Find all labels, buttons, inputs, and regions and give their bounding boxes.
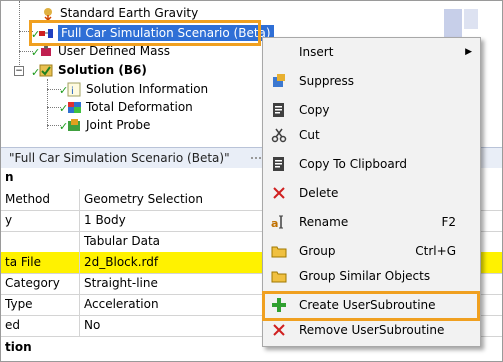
menu-item-label: Remove UserSubroutine [299, 323, 445, 337]
menu-item-label: Copy [299, 103, 330, 117]
rename-icon: a [271, 214, 287, 230]
menu-item-label: Copy To Clipboard [299, 157, 408, 171]
mechanical-window: Standard Earth Gravity ✓ Full Car Simula… [0, 0, 503, 362]
context-menu: Insert ▶ Suppress Copy Cut Copy To Clipb… [262, 37, 481, 347]
delete-icon [271, 322, 287, 338]
delete-icon [271, 185, 287, 201]
svg-text:i: i [71, 86, 74, 97]
collapse-icon[interactable]: − [14, 66, 24, 76]
deformation-icon [67, 100, 82, 115]
details-row-value[interactable]: No [79, 315, 284, 336]
menu-item-shortcut: F2 [441, 215, 456, 229]
clipboard-icon [271, 156, 287, 172]
menu-item-group-similar-objects[interactable]: Group Similar Objects [263, 265, 480, 287]
menu-item-suppress[interactable]: Suppress [263, 70, 480, 92]
details-row-label: Method [5, 192, 51, 206]
menu-item-label: Group Similar Objects [299, 269, 431, 283]
cut-icon [271, 127, 287, 143]
tree-item-label: User Defined Mass [58, 44, 170, 58]
menu-item-group[interactable]: Group Ctrl+G [263, 240, 480, 262]
gravity-icon [41, 6, 56, 21]
tree-item-total-deformation[interactable]: ✓ Total Deformation [57, 98, 193, 116]
submenu-arrow-icon: ▶ [465, 47, 472, 57]
tree-item-label: Joint Probe [86, 118, 151, 132]
menu-item-label: Insert [299, 45, 334, 59]
details-row-label: Category [5, 276, 60, 290]
details-row-value[interactable]: 2d_Block.rdf [79, 252, 284, 273]
details-row-value[interactable]: Tabular Data [79, 231, 284, 252]
menu-item-delete[interactable]: Delete [263, 182, 480, 204]
menu-item-copy-to-clipboard[interactable]: Copy To Clipboard [263, 153, 480, 175]
solution-icon [39, 63, 54, 78]
suppress-icon [271, 73, 287, 89]
details-row-label: ta File [5, 255, 41, 269]
menu-item-shortcut: Ctrl+G [415, 244, 456, 258]
details-row-label: y [5, 213, 13, 227]
menu-item-insert[interactable]: Insert ▶ [263, 41, 480, 63]
details-row-value[interactable]: Geometry Selection [79, 189, 284, 210]
folder-icon [271, 243, 287, 259]
menu-item-label: Delete [299, 186, 339, 200]
tree-item-joint-probe[interactable]: ✓ Joint Probe [57, 116, 150, 134]
tree-item-solution[interactable]: ✓ Solution (B6) [27, 61, 147, 79]
details-title: "Full Car Simulation Scenario (Beta)" [9, 151, 230, 165]
probe-icon [67, 118, 82, 133]
menu-item-cut[interactable]: Cut [263, 124, 480, 146]
details-row-label: Type [5, 297, 33, 311]
tree-item-label: Solution Information [86, 82, 209, 96]
menu-item-label: Group [299, 244, 336, 258]
panel-scrollbar-thumb[interactable] [464, 9, 478, 29]
menu-item-rename[interactable]: a Rename F2 [263, 211, 480, 233]
tree-item-label: Standard Earth Gravity [60, 6, 199, 20]
menu-item-label: Cut [299, 128, 320, 142]
tree-item-label: Solution (B6) [58, 63, 147, 77]
menu-item-label: Rename [299, 215, 349, 229]
details-row-label [5, 231, 73, 252]
tree-selection-highlight [29, 20, 261, 46]
copy-icon [271, 102, 287, 118]
menu-item-label: Suppress [299, 74, 355, 88]
details-row-value[interactable]: Acceleration [79, 294, 284, 315]
details-row-value[interactable]: Straight-line [79, 273, 284, 294]
tree-item-label: Total Deformation [86, 100, 193, 114]
svg-text:a: a [271, 217, 278, 230]
folder-icon [271, 268, 287, 284]
menu-item-highlight [262, 291, 480, 321]
tree-item-solution-information[interactable]: ✓ i Solution Information [57, 80, 208, 98]
information-icon: i [67, 82, 82, 97]
details-row-label: ed [5, 318, 20, 332]
menu-item-copy[interactable]: Copy [263, 99, 480, 121]
menu-item-remove-usersubroutine[interactable]: Remove UserSubroutine [263, 319, 480, 341]
details-row-value[interactable]: 1 Body [79, 210, 284, 231]
